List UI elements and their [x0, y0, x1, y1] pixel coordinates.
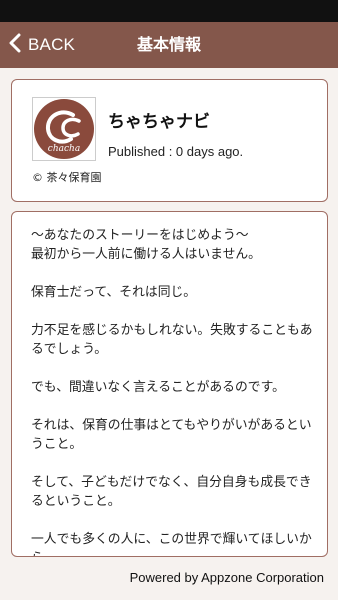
navigation-bar: BACK 基本情報 — [0, 22, 338, 68]
published-date: Published : 0 days ago. — [108, 144, 244, 159]
powered-by-footer: Powered by Appzone Corporation — [129, 570, 324, 585]
app-logo: chacha — [32, 97, 96, 161]
app-name: ちゃちゃナビ — [108, 112, 210, 132]
status-bar — [0, 0, 338, 22]
description-text: 〜あなたのストーリーをはじめよう〜 最初から一人前に働ける人はいません。 保育士… — [31, 228, 313, 556]
copyright: © 茶々保育園 — [32, 171, 102, 184]
page-title: 基本情報 — [136, 35, 201, 54]
description-card[interactable]: 〜あなたのストーリーをはじめよう〜 最初から一人前に働ける人はいません。 保育士… — [11, 211, 328, 557]
logo-text: chacha — [48, 144, 80, 154]
app-info-card: chacha ちゃちゃナビ Published : 0 days ago. © … — [11, 79, 328, 202]
